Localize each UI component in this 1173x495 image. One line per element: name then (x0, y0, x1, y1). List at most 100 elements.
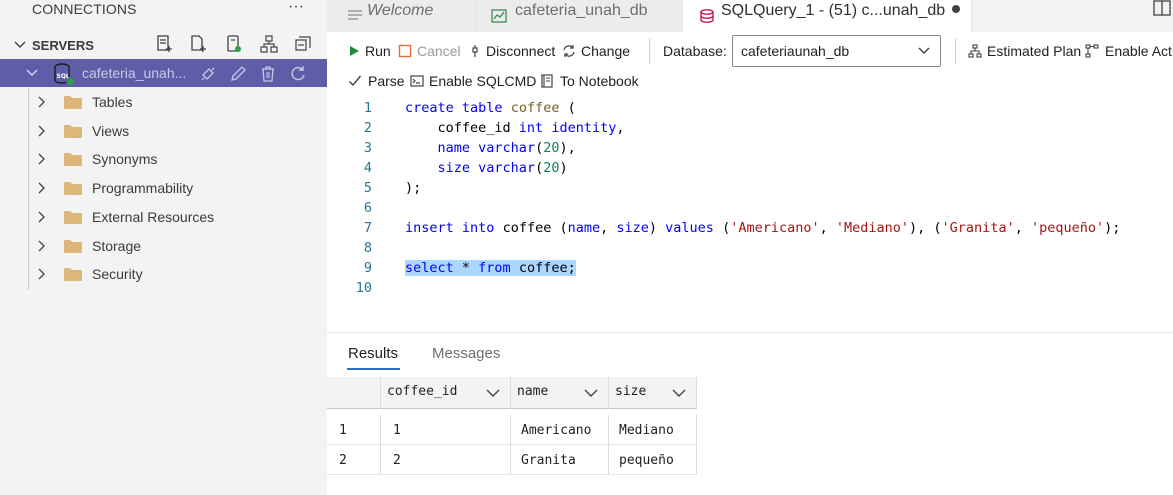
tree-item-label: Tables (92, 94, 133, 110)
code-line: 6 (327, 200, 1173, 220)
sql-editor[interactable]: 1 create table coffee ( 2 coffee_id int i… (327, 96, 1173, 332)
tree-item-label: Security (92, 266, 143, 283)
line-number: 10 (355, 280, 372, 296)
new-server-group-icon[interactable] (224, 34, 246, 56)
toolbar-separator (649, 38, 650, 64)
line-number: 6 (363, 200, 372, 216)
database-select-value: cafeteriaunah_db (741, 43, 850, 59)
column-header[interactable]: coffee_id (381, 377, 511, 409)
disconnect-button[interactable]: Disconnect (468, 43, 558, 61)
show-hierarchy-icon[interactable] (259, 34, 281, 56)
estimated-plan-label: Estimated Plan (987, 43, 1082, 59)
chevron-down-icon[interactable] (584, 388, 598, 398)
line-number: 9 (363, 260, 372, 276)
change-connection-button[interactable]: Change (562, 43, 632, 61)
tab-results[interactable]: Results (348, 345, 398, 362)
tree-item-external-resources[interactable]: External Resources (0, 203, 327, 231)
delete-icon[interactable] (258, 64, 278, 84)
table-cell[interactable]: Mediano (609, 415, 697, 445)
cell-value: 1 (393, 423, 401, 438)
tree-item-label: Programmability (92, 180, 194, 197)
table-cell[interactable]: 2 (381, 445, 511, 475)
connection-status-icon (66, 77, 75, 86)
new-connection-icon[interactable] (155, 34, 177, 56)
code-line: 3 name varchar(20), (327, 140, 1173, 160)
parse-button[interactable]: Parse (348, 73, 405, 91)
disconnect-icon[interactable] (198, 64, 218, 84)
line-number: 4 (363, 160, 372, 176)
table-cell[interactable]: 1 (381, 415, 511, 445)
row-number: 1 (339, 423, 347, 438)
row-number-cell[interactable]: 1 (327, 415, 381, 445)
code-line: 9 select * from coffee; (327, 260, 1173, 280)
code-line: 1 create table coffee ( (327, 100, 1173, 120)
refresh-icon[interactable] (288, 64, 308, 84)
code-text: select * from coffee; (405, 260, 576, 276)
tree-item-label: Views (92, 122, 130, 139)
code-text: coffee_id int identity, (405, 120, 625, 136)
column-header[interactable]: size (609, 377, 697, 409)
edit-icon[interactable] (228, 64, 248, 84)
enable-actual-plan-button[interactable]: Enable Actu (1085, 43, 1173, 61)
row-number-cell[interactable]: 2 (327, 445, 381, 475)
cell-value: Mediano (619, 423, 674, 438)
cell-value: Americano (521, 423, 592, 438)
tab-messages[interactable]: Messages (432, 345, 500, 362)
database-select[interactable]: cafeteriaunah_db (732, 35, 941, 67)
new-query-icon[interactable] (189, 34, 211, 56)
chevron-down-icon (918, 47, 930, 54)
tab-label: Welcome (367, 2, 434, 19)
cell-value: 2 (393, 453, 401, 468)
to-notebook-button[interactable]: To Notebook (540, 73, 642, 91)
tree-item-views[interactable]: Views (0, 117, 327, 145)
change-connection-icon (563, 45, 575, 57)
chevron-right-icon (38, 182, 45, 194)
servers-section-header[interactable]: SERVERS (0, 34, 327, 58)
chevron-down-icon[interactable] (672, 388, 686, 398)
tab-cafeteria-dashboard[interactable]: cafeteria_unah_db (477, 0, 683, 32)
table-cell[interactable]: Americano (511, 415, 609, 445)
welcome-icon (348, 10, 362, 20)
run-label: Run (365, 43, 391, 59)
tree-item-programmability[interactable]: Programmability (0, 174, 327, 202)
line-number: 2 (363, 120, 372, 136)
enable-sqlcmd-button[interactable]: Enable SQLCMD (410, 73, 536, 91)
code-line: 8 (327, 240, 1173, 260)
enable-actual-plan-label: Enable Actu (1105, 43, 1173, 59)
more-actions-icon[interactable]: ··· (288, 0, 304, 16)
split-editor-icon[interactable] (1153, 0, 1171, 16)
column-header-label: name (517, 384, 549, 399)
column-header-label: coffee_id (387, 384, 458, 399)
connections-sidebar: CONNECTIONS ··· SERVERS SQL cafeteria_un… (0, 0, 327, 495)
cell-value: pequeño (619, 453, 674, 468)
tree-item-storage[interactable]: Storage (0, 232, 327, 260)
cancel-label: Cancel (417, 43, 461, 59)
code-line: 4 size varchar(20) (327, 160, 1173, 180)
chevron-down-icon[interactable] (486, 388, 500, 398)
chevron-right-icon (38, 96, 45, 108)
column-header-label: size (615, 384, 647, 399)
chevron-right-icon (38, 240, 45, 251)
estimated-plan-icon (968, 44, 982, 58)
disconnect-label: Disconnect (486, 43, 556, 59)
tab-welcome[interactable]: Welcome (327, 0, 477, 32)
estimated-plan-button[interactable]: Estimated Plan (968, 43, 1082, 61)
chevron-right-icon (38, 153, 45, 165)
code-text: create table coffee ( (405, 100, 576, 116)
tree-item-tables[interactable]: Tables (0, 88, 327, 116)
run-button[interactable]: Run (347, 43, 393, 61)
connection-item[interactable]: SQL cafeteria_unah... (0, 59, 327, 87)
query-toolbar: Run Cancel Disconnect Change Database: c… (327, 32, 1173, 70)
collapse-all-icon[interactable] (293, 34, 315, 56)
table-cell[interactable]: pequeño (609, 445, 697, 475)
results-panel: Results Messages coffee_id name size 1 1… (327, 332, 1173, 495)
cancel-button[interactable]: Cancel (398, 43, 461, 61)
database-icon (700, 9, 714, 23)
column-header[interactable]: name (511, 377, 609, 409)
tree-item-synonyms[interactable]: Synonyms (0, 145, 327, 173)
folder-icon (64, 96, 82, 109)
table-cell[interactable]: Granita (511, 445, 609, 475)
tab-sqlquery[interactable]: SQLQuery_1 - (51) c...unah_db (683, 0, 972, 32)
unsaved-dot-icon[interactable] (952, 5, 960, 13)
tree-item-security[interactable]: Security (0, 260, 327, 288)
